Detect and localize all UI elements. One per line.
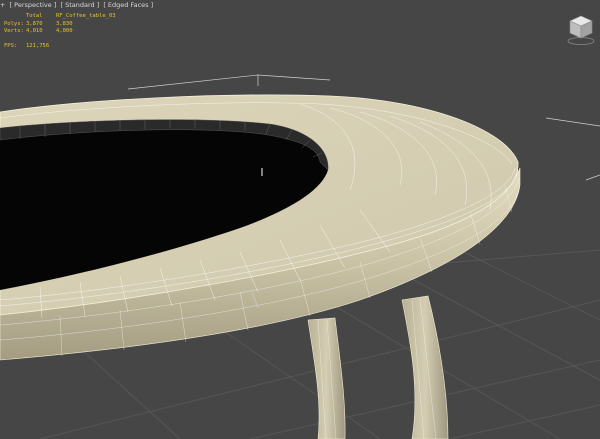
stats-row-polys: Polys: 3,870 3,830	[4, 21, 116, 29]
stats-header-blank	[4, 13, 26, 21]
stats-row-verts: Verts: 4,010 4,000	[4, 28, 116, 36]
stats-label: Polys:	[4, 20, 24, 27]
stats-label: Verts:	[4, 28, 24, 34]
table-leg-back	[401, 295, 449, 439]
table-leg-front	[307, 317, 346, 439]
viewport-statistics: Total RF_Coffee_table_03 Polys: 3,870 3,…	[4, 13, 116, 50]
stats-row-fps: FPS: 121,756	[4, 43, 116, 51]
stats-selected: 4,000	[56, 28, 73, 34]
viewport-label-bar[interactable]: + [ Perspective ] [ Standard ] [ Edged F…	[0, 0, 155, 10]
stats-selected: 3,830	[56, 20, 73, 27]
stats-header-object: RF_Coffee_table_03	[56, 13, 116, 19]
viewport-menu-button[interactable]: +	[0, 1, 5, 9]
viewport-pov-label[interactable]: [ Perspective ]	[10, 1, 57, 9]
stats-header-row: Total RF_Coffee_table_03	[4, 13, 116, 21]
perspective-viewport[interactable]: + [ Perspective ] [ Standard ] [ Edged F…	[0, 0, 600, 439]
stats-fps-value: 121,756	[26, 42, 50, 49]
stats-total: 4,010	[26, 28, 43, 34]
viewcube-icon[interactable]	[566, 12, 596, 46]
stats-fps-label: FPS:	[4, 42, 18, 49]
stats-total: 3,870	[26, 20, 43, 27]
stats-header-total: Total	[26, 13, 43, 19]
stats-spacer	[4, 36, 116, 43]
scene-canvas[interactable]	[0, 0, 600, 439]
viewport-display-label[interactable]: [ Edged Faces ]	[103, 1, 153, 9]
viewport-shading-label[interactable]: [ Standard ]	[60, 1, 99, 9]
